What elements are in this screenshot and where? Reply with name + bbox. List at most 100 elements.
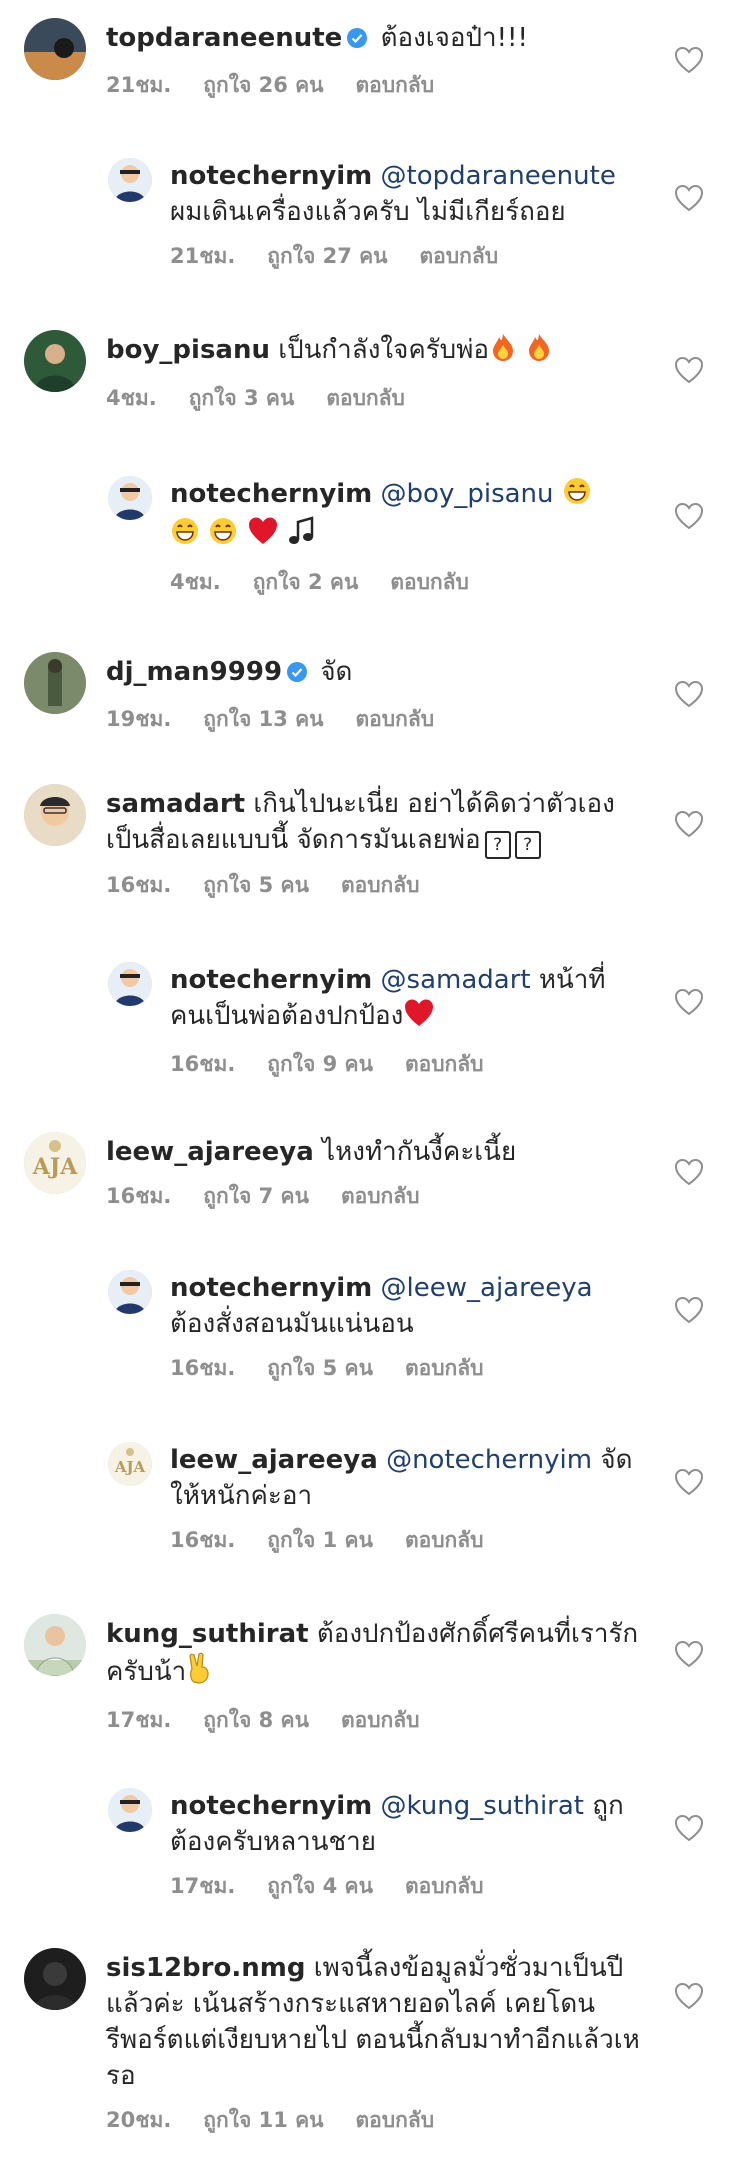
comment-text: notechernyim @topdaraneenute ผมเดินเครื่… [170,158,640,230]
reply-button[interactable]: ตอบกลับ [341,1184,420,1208]
comment-body: ผมเดินเครื่องแล้วครับ ไม่มีเกียร์ถอย [170,197,566,227]
like-count-link[interactable]: ถูกใจ 5 คน [267,1356,373,1380]
avatar[interactable] [108,1788,152,1832]
username-link[interactable]: notechernyim [170,479,372,509]
reply-button[interactable]: ตอบกลับ [405,1052,484,1076]
comment-list: topdaraneenute ต้องเจอป๋า!!! 21ชม. ถูกใจ … [0,0,748,2160]
svg-text:AJA: AJA [114,1458,146,1476]
avatar[interactable] [108,1270,152,1314]
heart-outline-icon[interactable] [674,356,704,384]
comment-text: leew_ajareeya @notechernyim จัดให้หนักค่… [170,1442,640,1514]
like-count-link[interactable]: ถูกใจ 7 คน [203,1184,309,1208]
grinning-emoji-icon [562,476,592,516]
reply-button[interactable]: ตอบกลับ [390,570,469,594]
heart-outline-icon[interactable] [674,502,704,530]
comment-meta: 16ชม. ถูกใจ 5 คน ตอบกลับ [170,1352,640,1385]
like-count-link[interactable]: ถูกใจ 1 คน [267,1528,373,1552]
heart-outline-icon[interactable] [674,1640,704,1668]
comment-time: 4ชม. [170,570,221,594]
heart-outline-icon[interactable] [674,1296,704,1324]
heart-outline-icon[interactable] [674,988,704,1016]
username-link[interactable]: notechernyim [170,1791,372,1821]
heart-outline-icon[interactable] [674,1158,704,1186]
avatar[interactable] [24,1614,86,1676]
avatar[interactable] [24,652,86,714]
avatar[interactable] [24,1948,86,2010]
reply-button[interactable]: ตอบกลับ [405,1874,484,1898]
reply-button[interactable]: ตอบกลับ [420,244,499,268]
comment-text: notechernyim @samadart หน้าที่คนเป็นพ่อต… [170,962,640,1038]
avatar[interactable] [108,476,152,520]
username-link[interactable]: leew_ajareeya [106,1137,314,1167]
heart-outline-icon[interactable] [674,680,704,708]
avatar[interactable]: AJA [108,1442,152,1486]
like-count-link[interactable]: ถูกใจ 8 คน [203,1708,309,1732]
comment-body: จัด [320,657,353,687]
username-link[interactable]: boy_pisanu [106,335,270,365]
like-count-link[interactable]: ถูกใจ 27 คน [267,244,387,268]
comment-text: samadart เกินไปนะเนี่ย อย่าได้คิดว่าตัวเ… [106,786,646,859]
comment-meta: 17ชม. ถูกใจ 8 คน ตอบกลับ [106,1704,646,1737]
heart-outline-icon[interactable] [674,1814,704,1842]
avatar[interactable] [108,158,152,202]
username-link[interactable]: sis12bro.nmg [106,1953,305,1983]
avatar[interactable] [24,18,86,80]
comment-body: ต้องเจอป๋า!!! [380,23,528,53]
mention-link[interactable]: @notechernyim [386,1445,592,1475]
like-count-link[interactable]: ถูกใจ 5 คน [203,873,309,897]
comment-meta: 16ชม. ถูกใจ 7 คน ตอบกลับ [106,1180,646,1213]
username-link[interactable]: notechernyim [170,1273,372,1303]
username-link[interactable]: notechernyim [170,161,372,191]
comment-meta: 20ชม. ถูกใจ 11 คน ตอบกลับ [106,2104,646,2137]
like-count-link[interactable]: ถูกใจ 2 คน [253,570,359,594]
like-count-link[interactable]: ถูกใจ 3 คน [189,386,295,410]
avatar[interactable] [108,962,152,1006]
avatar[interactable]: AJA [24,1132,86,1194]
username-link[interactable]: topdaraneenute [106,23,342,53]
username-link[interactable]: notechernyim [170,965,372,995]
comment-meta: 4ชม. ถูกใจ 3 คน ตอบกลับ [106,382,646,415]
heart-outline-icon[interactable] [674,1468,704,1496]
like-count-link[interactable]: ถูกใจ 9 คน [267,1052,373,1076]
reply-button[interactable]: ตอบกลับ [326,386,405,410]
username-link[interactable]: kung_suthirat [106,1619,309,1649]
username-link[interactable]: dj_man9999 [106,657,282,687]
reply-button[interactable]: ตอบกลับ [341,1708,420,1732]
comment-meta: 16ชม. ถูกใจ 9 คน ตอบกลับ [170,1048,640,1081]
heart-outline-icon[interactable] [674,184,704,212]
username-link[interactable]: samadart [106,789,245,819]
comment-text: sis12bro.nmg เพจนี้ลงข้อมูลมั่วซั่วมาเป็… [106,1950,646,2094]
like-count-link[interactable]: ถูกใจ 13 คน [203,707,323,731]
like-count-link[interactable]: ถูกใจ 4 คน [267,1874,373,1898]
heart-outline-icon[interactable] [674,1982,704,2010]
like-count-link[interactable]: ถูกใจ 11 คน [203,2108,323,2132]
reply-button[interactable]: ตอบกลับ [356,2108,435,2132]
comment-time: 17ชม. [170,1874,236,1898]
avatar[interactable] [24,784,86,846]
reply-button[interactable]: ตอบกลับ [356,707,435,731]
reply-button[interactable]: ตอบกลับ [356,73,435,97]
like-count-link[interactable]: ถูกใจ 26 คน [203,73,323,97]
comment-time: 19ชม. [106,707,172,731]
mention-link[interactable]: @topdaraneenute [381,161,616,191]
mention-link[interactable]: @kung_suthirat [381,1791,584,1821]
reply-button[interactable]: ตอบกลับ [405,1528,484,1552]
mention-link[interactable]: @leew_ajareeya [381,1273,593,1303]
comment-time: 16ชม. [170,1356,236,1380]
grinning-emoji-icon [170,516,200,556]
reply-button[interactable]: ตอบกลับ [341,873,420,897]
unknown-emoji-icon: ? [514,831,541,859]
comment-time: 21ชม. [170,244,236,268]
victory-hand-emoji-icon [186,1652,214,1694]
comment-meta: 4ชม. ถูกใจ 2 คน ตอบกลับ [170,566,640,599]
unknown-emoji-icon: ? [484,831,511,859]
comment-text: topdaraneenute ต้องเจอป๋า!!! [106,20,646,59]
mention-link[interactable]: @boy_pisanu [381,479,554,509]
reply-button[interactable]: ตอบกลับ [405,1356,484,1380]
avatar[interactable] [24,330,86,392]
mention-link[interactable]: @samadart [381,965,531,995]
heart-outline-icon[interactable] [674,810,704,838]
red-heart-emoji-icon [247,516,279,556]
heart-outline-icon[interactable] [674,46,704,74]
username-link[interactable]: leew_ajareeya [170,1445,378,1475]
